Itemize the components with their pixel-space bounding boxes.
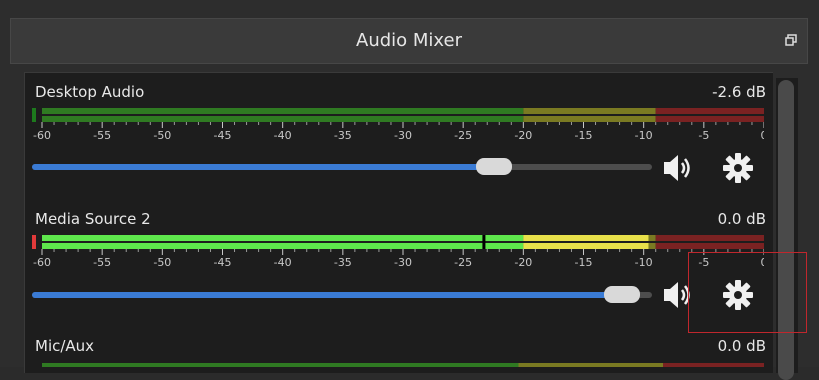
undock-icon[interactable] <box>785 34 797 46</box>
meter-scale-label: 0 <box>761 129 765 142</box>
meter-scale-label: -30 <box>394 256 412 269</box>
meter-scale-label: -55 <box>93 256 111 269</box>
fader-handle[interactable] <box>604 286 641 303</box>
meter-zone-green <box>42 108 524 114</box>
meter-peak-marker <box>482 235 486 249</box>
channel-desktop-audio: Desktop Audio -2.6 dB -60 -55 -50 -45 -40 -35… <box>32 83 770 198</box>
meter-zone-red <box>655 243 764 249</box>
meter-scale-label: -50 <box>153 129 171 142</box>
meter-zone-green <box>42 116 524 122</box>
meter-scale-label: -50 <box>153 256 171 269</box>
fader-fill <box>32 292 623 298</box>
channel-volume-readout: 0.0 dB <box>717 210 766 228</box>
channel-name: Desktop Audio <box>35 83 145 101</box>
meter-level <box>42 243 524 249</box>
volume-meter <box>42 363 764 367</box>
meter-scale-label: -40 <box>274 129 292 142</box>
channel-name: Media Source 2 <box>35 210 151 228</box>
meter-scale-label: -20 <box>514 129 532 142</box>
meter-zone-red <box>655 235 764 241</box>
meter-scale-label: -30 <box>394 129 412 142</box>
meter-scale-label: -25 <box>454 129 472 142</box>
scrollbar-thumb[interactable] <box>778 80 794 380</box>
channel-name: Mic/Aux <box>35 337 95 355</box>
volume-meter: -60-55-50-45-40-35-30-25-20-15-10-50 <box>32 108 765 142</box>
fader-handle[interactable] <box>475 158 512 175</box>
meter-scale-label: -15 <box>575 256 593 269</box>
audio-mixer-dock: Audio Mixer Desktop Audio -2.6 dB -60 -55… <box>0 0 819 380</box>
meter-level <box>523 243 649 249</box>
channel-mic-aux: Mic/Aux 0.0 dB <box>32 337 770 367</box>
volume-fader[interactable] <box>32 158 652 178</box>
meter-clip-indicator <box>32 235 36 249</box>
meter-scale-label: -40 <box>274 256 292 269</box>
channel-media-source-2: Media Source 2 0.0 dB -60 -55 -50 -45 -40 -35… <box>32 210 770 325</box>
meter-clip-indicator <box>32 108 36 122</box>
meter-scale-label: -35 <box>334 129 352 142</box>
meter-scale-label: -20 <box>514 256 532 269</box>
meter-scale-label: -5 <box>698 129 709 142</box>
highlight-box <box>688 252 807 333</box>
meter-level <box>42 235 524 241</box>
volume-fader[interactable] <box>32 286 652 306</box>
gear-icon[interactable] <box>720 150 756 186</box>
meter-scale-label: -35 <box>334 256 352 269</box>
fader-fill <box>32 164 494 170</box>
meter-scale-label: -10 <box>635 256 653 269</box>
meter-scale-label: -25 <box>454 256 472 269</box>
meter-scale-label: -15 <box>575 129 593 142</box>
meter-zone-yellow <box>523 116 656 122</box>
dock-title: Audio Mixer <box>356 30 462 51</box>
meter-scale-label: -45 <box>214 129 232 142</box>
meter-zone-red <box>655 108 764 114</box>
channel-volume-readout: -2.6 dB <box>712 83 766 101</box>
meter-scale-label: -60 <box>33 129 51 142</box>
meter-zone-yellow <box>523 108 656 114</box>
meter-scale-label: -55 <box>93 129 111 142</box>
meter-scale-label: -60 <box>33 256 51 269</box>
speaker-icon[interactable] <box>660 150 696 186</box>
channel-volume-readout: 0.0 dB <box>717 337 766 355</box>
meter-scale-label: -10 <box>635 129 653 142</box>
dock-header: Audio Mixer <box>10 18 808 64</box>
volume-meter: -60-55-50-45-40-35-30-25-20-15-10-50 <box>32 235 764 269</box>
meter-level <box>523 235 649 241</box>
meter-zone-red <box>655 116 764 122</box>
meter-scale-label: -45 <box>214 256 232 269</box>
